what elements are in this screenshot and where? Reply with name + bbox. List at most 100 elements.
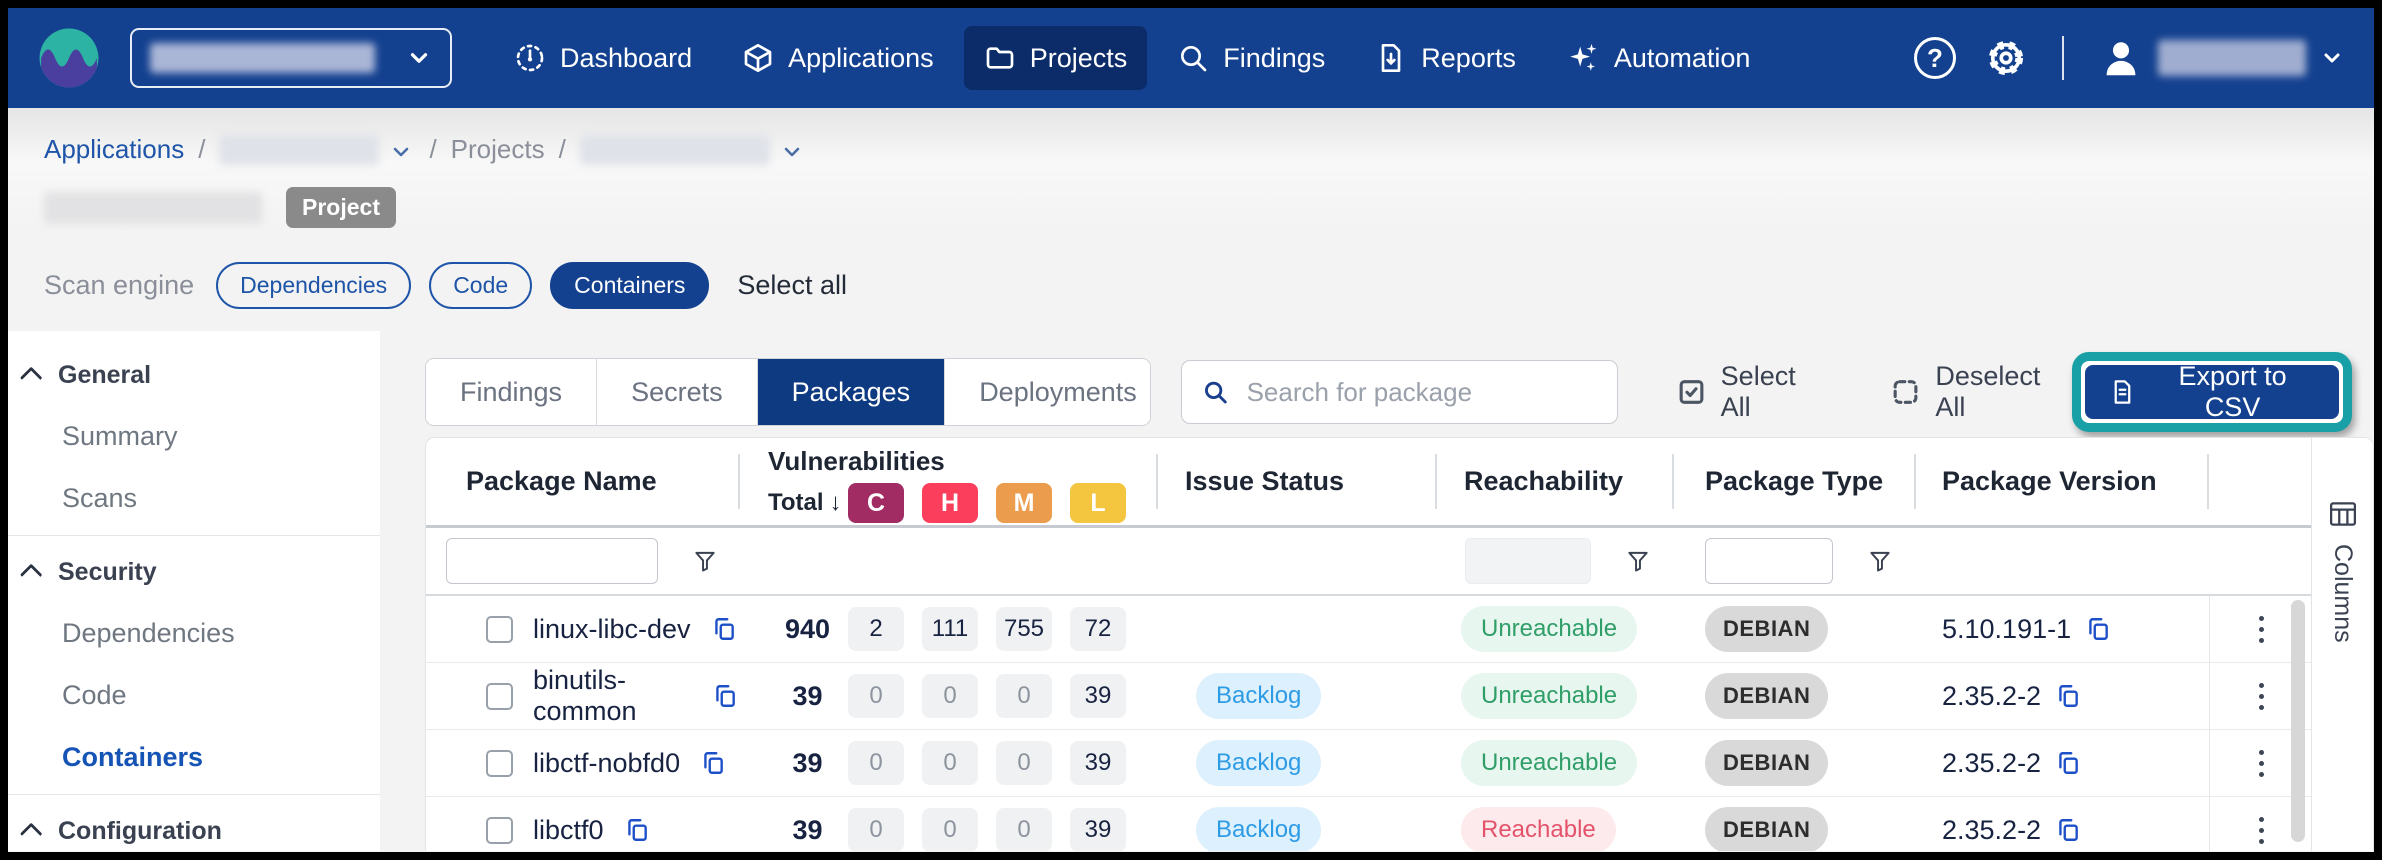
severity-critical-chip[interactable]: C [848,483,904,523]
sidebar-item-code[interactable]: Code [8,664,380,726]
vulnerabilities-subheader: Total ↓ C H M L [768,483,1156,523]
table-header-row: Package Name Vulnerabilities Total ↓ C H [426,438,2373,528]
export-highlight-ring: Export to CSV [2072,352,2352,432]
columns-panel-toggle[interactable]: Columns [2311,438,2373,851]
nav-item-findings[interactable]: Findings [1157,26,1345,90]
scan-engine-row: Scan engine Dependencies Code Containers… [8,228,2374,309]
filter-funnel-icon[interactable] [692,548,718,574]
organization-selector[interactable] [130,28,452,88]
chevron-up-icon [20,564,43,587]
column-header-package-version[interactable]: Package Version [1914,438,2209,525]
settings-gear-icon[interactable] [1984,36,2028,80]
copy-icon[interactable] [2055,750,2081,776]
user-menu[interactable] [2098,35,2344,81]
critical-count: 0 [848,741,904,785]
package-name[interactable]: linux-libc-dev [533,614,691,645]
redacted-organization-name [150,43,375,73]
sidebar-item-scans[interactable]: Scans [8,467,380,529]
column-header-actions [2209,438,2312,525]
breadcrumb-projects[interactable]: Projects [451,134,545,165]
sidebar-item-containers[interactable]: Containers [8,726,380,788]
content-body: General Summary Scans Security Dependenc… [8,331,2374,851]
package-version: 2.35.2-2 [1942,748,2041,779]
chevron-down-icon [2320,46,2344,70]
filter-funnel-icon[interactable] [1625,548,1651,574]
tab-secrets[interactable]: Secrets [597,359,758,425]
package-name[interactable]: libctf0 [533,815,604,846]
tab-findings[interactable]: Findings [426,359,597,425]
row-checkbox[interactable] [486,750,513,777]
engine-pill-dependencies[interactable]: Dependencies [216,262,411,309]
copy-icon[interactable] [700,750,726,776]
row-checkbox[interactable] [486,683,513,710]
column-header-package-name[interactable]: Package Name [426,438,738,525]
row-checkbox[interactable] [486,817,513,844]
deselect-all-button[interactable]: Deselect All [1890,361,2072,423]
row-checkbox[interactable] [486,616,513,643]
row-menu-kebab-icon[interactable] [2253,744,2270,783]
filter-funnel-icon[interactable] [1867,548,1893,574]
nav-item-dashboard[interactable]: Dashboard [494,26,712,90]
sidebar-item-dependencies[interactable]: Dependencies [8,602,380,664]
sidebar-item-summary[interactable]: Summary [8,405,380,467]
table-scrollbar[interactable] [2291,600,2305,842]
tab-packages[interactable]: Packages [758,359,946,425]
severity-medium-chip[interactable]: M [996,483,1052,523]
nav-item-projects[interactable]: Projects [964,26,1148,90]
high-count: 0 [922,674,978,718]
engine-pill-code[interactable]: Code [429,262,532,309]
breadcrumb-separator: / [559,134,566,165]
row-menu-kebab-icon[interactable] [2253,677,2270,716]
total-sort-header[interactable]: Total ↓ [768,489,847,517]
copy-icon[interactable] [711,616,737,642]
column-header-package-type[interactable]: Package Type [1672,438,1914,525]
sidebar-section-security[interactable]: Security [8,542,380,602]
select-all-button[interactable]: Select All [1676,361,1829,423]
project-title-row: Project [8,165,2374,228]
engine-pill-containers[interactable]: Containers [550,262,709,309]
copy-icon[interactable] [2055,683,2081,709]
nav-item-reports[interactable]: Reports [1355,26,1536,90]
low-count: 72 [1070,607,1126,651]
severity-low-chip[interactable]: L [1070,483,1126,523]
sidebar-divider [8,535,380,536]
user-avatar-icon [2098,35,2144,81]
severity-high-chip[interactable]: H [922,483,978,523]
sidebar-section-title: Configuration [58,817,222,846]
package-version: 2.35.2-2 [1942,681,2041,712]
package-name[interactable]: libctf-nobfd0 [533,748,680,779]
copy-icon[interactable] [2055,817,2081,843]
scan-select-all[interactable]: Select all [737,270,847,301]
medium-count: 0 [996,808,1052,851]
column-header-reachability[interactable]: Reachability [1435,438,1672,525]
export-to-csv-button[interactable]: Export to CSV [2085,365,2339,419]
row-menu-kebab-icon[interactable] [2253,610,2270,649]
column-header-issue-status[interactable]: Issue Status [1156,438,1435,525]
sidebar-section-general[interactable]: General [8,345,380,405]
chevron-down-icon[interactable] [389,140,413,164]
mend-logo-icon[interactable] [38,27,100,89]
copy-icon[interactable] [2085,616,2111,642]
nav-item-applications[interactable]: Applications [722,26,954,90]
package-type-badge: DEBIAN [1705,606,1828,652]
issue-status-badge: Backlog [1196,673,1321,719]
sidebar-section-configuration[interactable]: Configuration [8,801,380,860]
package-type-filter-input[interactable] [1705,538,1833,584]
redacted-username [2158,40,2306,76]
row-menu-kebab-icon[interactable] [2253,811,2270,850]
package-name[interactable]: binutils-common [533,665,692,727]
tab-deployments[interactable]: Deployments [945,359,1151,425]
high-count: 0 [922,808,978,851]
search-input[interactable] [1247,377,1597,408]
nav-item-label: Applications [788,43,934,74]
package-version: 5.10.191-1 [1942,614,2071,645]
help-icon[interactable]: ? [1914,37,1956,79]
copy-icon[interactable] [624,817,650,843]
nav-item-automation[interactable]: Automation [1546,25,1771,91]
chevron-down-icon[interactable] [780,140,804,164]
sparkles-icon [1566,41,1600,75]
copy-icon[interactable] [712,683,738,709]
scan-engine-label: Scan engine [44,270,194,301]
breadcrumb-applications-link[interactable]: Applications [44,134,184,165]
package-name-filter-input[interactable] [446,538,658,584]
